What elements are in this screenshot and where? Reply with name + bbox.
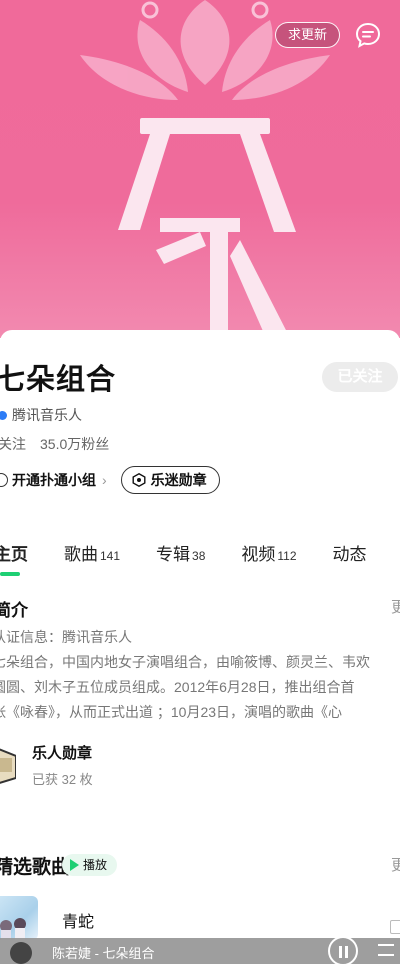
follow-count[interactable]: 关注 bbox=[0, 434, 26, 454]
now-playing-text: 陈若婕 - 七朵组合 bbox=[52, 946, 155, 961]
song-cover-image bbox=[0, 896, 38, 940]
request-update-button[interactable]: 求更新 bbox=[274, 22, 340, 48]
songs-title: 精选歌曲 bbox=[0, 857, 71, 878]
song-title: 青蛇 bbox=[62, 914, 95, 931]
stats-row: 关注 35.0万粉丝 bbox=[0, 434, 109, 454]
verification-row: 腾讯音乐人 bbox=[0, 405, 82, 425]
intro-line: 张《咏春》，从而正式出道 ；10月23日，演唱的歌曲《心 bbox=[0, 704, 343, 720]
songs-more-link[interactable]: 更 bbox=[391, 854, 400, 875]
fan-medal-button[interactable]: 乐迷勋章 bbox=[120, 466, 220, 494]
group-logo bbox=[80, 0, 330, 338]
play-icon bbox=[70, 859, 79, 871]
tab-songs[interactable]: 歌曲 141 bbox=[64, 540, 120, 565]
play-all-label: 播放 bbox=[83, 858, 108, 872]
verified-by-label: 腾讯音乐人 bbox=[12, 407, 82, 423]
artist-banner: 求更新 bbox=[0, 0, 400, 338]
player-cover-image bbox=[10, 942, 32, 964]
follow-button[interactable]: 已关注 bbox=[322, 362, 398, 392]
songs-header: 精选歌曲 播放 更 bbox=[0, 852, 400, 878]
tab-feed[interactable]: 动态 bbox=[333, 540, 367, 565]
medal-icon bbox=[132, 473, 146, 487]
intro-title: 简介 bbox=[0, 601, 28, 620]
group-icon bbox=[0, 473, 8, 487]
song-list-item[interactable]: 青蛇 bbox=[0, 896, 400, 940]
open-group-label: 开通扑通小组 bbox=[12, 472, 96, 488]
chevron-right-icon: › bbox=[102, 472, 107, 488]
tab-home[interactable]: 主页 bbox=[0, 540, 28, 565]
badge-title: 乐人勋章 bbox=[32, 745, 93, 762]
artist-name: 七朵组合 bbox=[0, 364, 117, 396]
action-pills: 开通扑通小组 › 乐迷勋章 bbox=[0, 466, 220, 494]
fans-count[interactable]: 35.0万粉丝 bbox=[40, 434, 109, 454]
fan-medal-label: 乐迷勋章 bbox=[150, 472, 207, 488]
mini-player[interactable]: 陈若婕 - 七朵组合 bbox=[0, 936, 400, 964]
tab-albums[interactable]: 专辑 38 bbox=[156, 540, 205, 565]
intro-more-link[interactable]: 更 bbox=[391, 596, 400, 617]
artist-tabs: 主页 歌曲 141 专辑 38 视频 112 动态 bbox=[0, 540, 400, 565]
verified-icon bbox=[0, 410, 7, 420]
tab-videos[interactable]: 视频 112 bbox=[241, 540, 296, 565]
chat-bubble-icon[interactable] bbox=[354, 21, 382, 49]
badge-count: 已获 32 枚 bbox=[32, 772, 93, 787]
badge-icon bbox=[0, 748, 16, 784]
play-all-button[interactable]: 播放 bbox=[62, 854, 118, 876]
musician-badge-row[interactable]: 乐人勋章 已获 32 枚 bbox=[0, 742, 93, 788]
intro-line: 圆圆、刘木子五位成员组成。2012年6月28日，推出组合首 bbox=[0, 679, 355, 695]
intro-line: 七朵组合，中国内地女子演唱组合，由喻筱博、颜灵兰、韦欢 bbox=[0, 654, 370, 670]
pause-icon[interactable] bbox=[328, 936, 358, 964]
playlist-icon[interactable] bbox=[378, 944, 394, 956]
intro-header: 简介 更 bbox=[0, 596, 400, 620]
open-group-link[interactable]: 开通扑通小组 › bbox=[0, 470, 107, 490]
intro-text: 认证信息：腾讯音乐人 七朵组合，中国内地女子演唱组合，由喻筱博、颜灵兰、韦欢 圆… bbox=[0, 625, 400, 725]
active-tab-indicator bbox=[0, 572, 20, 576]
intro-line: 认证信息：腾讯音乐人 bbox=[0, 629, 132, 645]
mv-icon[interactable] bbox=[390, 920, 400, 934]
